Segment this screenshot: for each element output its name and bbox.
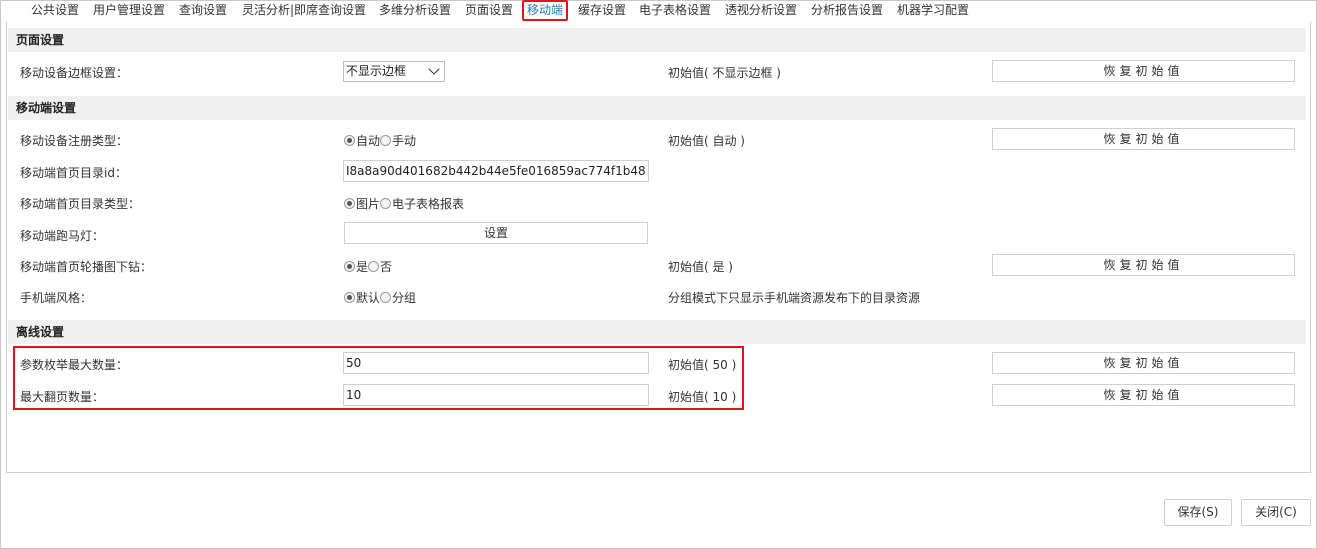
chevron-down-icon	[428, 63, 440, 75]
border-setting-select[interactable]: 不显示边框	[343, 61, 445, 82]
border-initial-value: 初始值( 不显示边框 )	[668, 66, 781, 80]
tab-report-settings[interactable]: 分析报告设置	[811, 0, 883, 21]
tab-mobile[interactable]: 移动端	[522, 0, 569, 21]
section-mobile-settings: 移动端设置	[8, 96, 1306, 120]
tab-multidim-analysis[interactable]: 多维分析设置	[379, 0, 451, 21]
carousel-yes-label: 是	[356, 260, 369, 274]
register-type-label: 移动设备注册类型：	[20, 134, 129, 148]
section-page-settings: 页面设置	[8, 28, 1306, 52]
border-setting-value: 不显示边框	[346, 64, 407, 78]
tab-spreadsheet-settings[interactable]: 电子表格设置	[639, 0, 711, 21]
phone-style-default-radio[interactable]	[344, 292, 355, 303]
max-pages-reset-button[interactable]: 恢复初始值	[992, 384, 1295, 406]
register-manual-radio[interactable]	[380, 135, 392, 146]
home-dir-id-input[interactable]: I8a8a90d401682b442b44e5fe016859ac774f1b4…	[343, 160, 649, 182]
home-dir-type-radio-group: 图片 电子表格报表	[344, 195, 464, 212]
register-initial-value: 初始值( 自动 )	[668, 134, 745, 148]
tab-pivot-settings[interactable]: 透视分析设置	[725, 0, 797, 21]
carousel-initial-value: 初始值( 是 )	[668, 260, 733, 274]
home-dir-image-radio[interactable]	[344, 198, 355, 209]
phone-style-note: 分组模式下只显示手机端资源发布下的目录资源	[668, 291, 921, 305]
home-dir-image-label: 图片	[356, 197, 381, 211]
tab-ml-config[interactable]: 机器学习配置	[897, 0, 969, 21]
tab-page-settings[interactable]: 页面设置	[465, 0, 513, 21]
tab-user-management[interactable]: 用户管理设置	[93, 0, 165, 21]
phone-style-label: 手机端风格：	[20, 291, 93, 305]
section-offline-settings: 离线设置	[8, 320, 1306, 344]
tab-cache-settings[interactable]: 缓存设置	[578, 0, 626, 21]
phone-style-default-label: 默认	[356, 291, 381, 305]
carousel-no-radio[interactable]	[368, 261, 380, 272]
border-reset-button[interactable]: 恢复初始值	[992, 60, 1295, 82]
phone-style-group-radio[interactable]	[380, 292, 392, 303]
carousel-no-label: 否	[380, 260, 393, 274]
save-button[interactable]: 保存(S)	[1164, 499, 1232, 526]
carousel-drill-label: 移动端首页轮播图下钻：	[20, 260, 153, 274]
tab-query-settings[interactable]: 查询设置	[179, 0, 227, 21]
carousel-reset-button[interactable]: 恢复初始值	[992, 254, 1295, 276]
register-reset-button[interactable]: 恢复初始值	[992, 128, 1295, 150]
register-manual-label: 手动	[392, 134, 417, 148]
phone-style-radio-group: 默认 分组	[344, 289, 416, 306]
home-dir-type-label: 移动端首页目录类型：	[20, 197, 141, 211]
close-button[interactable]: 关闭(C)	[1241, 499, 1311, 526]
marquee-settings-button[interactable]: 设置	[344, 222, 648, 244]
settings-tab-bar: 公共设置 用户管理设置 查询设置 灵活分析|即席查询设置 多维分析设置 页面设置…	[0, 0, 1317, 22]
carousel-yes-radio[interactable]	[344, 261, 355, 272]
param-enum-reset-button[interactable]: 恢复初始值	[992, 352, 1295, 374]
highlight-box	[13, 346, 744, 410]
border-setting-label: 移动设备边框设置：	[20, 66, 129, 80]
home-dir-spreadsheet-label: 电子表格报表	[392, 197, 465, 211]
tab-flexible-analysis[interactable]: 灵活分析|即席查询设置	[242, 0, 366, 21]
register-auto-label: 自动	[356, 134, 381, 148]
home-dir-spreadsheet-radio[interactable]	[380, 198, 392, 209]
tab-public-settings[interactable]: 公共设置	[31, 0, 79, 21]
register-auto-radio[interactable]	[344, 135, 355, 146]
register-type-radio-group: 自动 手动	[344, 132, 416, 149]
marquee-label: 移动端跑马灯：	[20, 229, 105, 243]
home-dir-id-label: 移动端首页目录id：	[20, 166, 127, 180]
phone-style-group-label: 分组	[392, 291, 417, 305]
carousel-drill-radio-group: 是 否	[344, 258, 392, 275]
